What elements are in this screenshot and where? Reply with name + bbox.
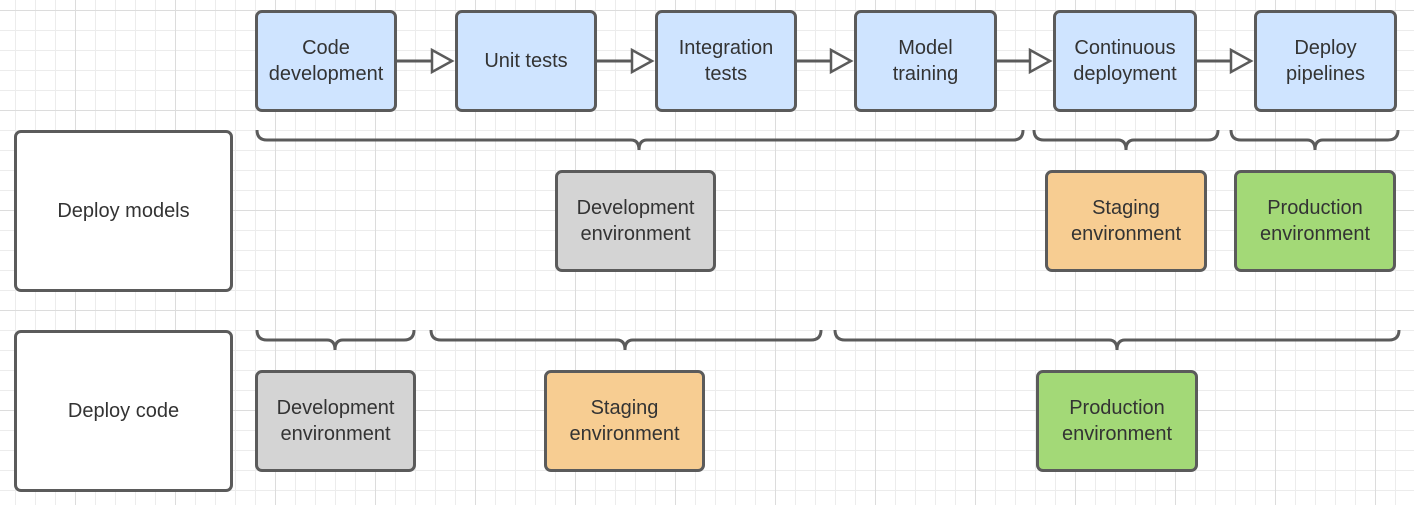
- brace-code-production: [833, 329, 1401, 351]
- arrow-training-to-cd: [996, 47, 1053, 75]
- models-development-environment[interactable]: Development environment: [555, 170, 716, 272]
- brace-models-staging: [1032, 129, 1220, 151]
- stage-code-development[interactable]: Code development: [255, 10, 397, 112]
- arrow-cd-to-pipelines: [1196, 47, 1254, 75]
- models-staging-environment[interactable]: Staging environment: [1045, 170, 1207, 272]
- lane-deploy-models[interactable]: Deploy models: [14, 130, 233, 292]
- code-production-environment[interactable]: Production environment: [1036, 370, 1198, 472]
- brace-models-development: [255, 129, 1025, 151]
- brace-code-development: [255, 329, 416, 351]
- models-production-environment[interactable]: Production environment: [1234, 170, 1396, 272]
- stage-integration-tests[interactable]: Integration tests: [655, 10, 797, 112]
- code-staging-environment[interactable]: Staging environment: [544, 370, 705, 472]
- lane-deploy-code[interactable]: Deploy code: [14, 330, 233, 492]
- brace-models-production: [1229, 129, 1400, 151]
- arrow-code-to-unit: [396, 47, 455, 75]
- stage-continuous-deployment[interactable]: Continuous deployment: [1053, 10, 1197, 112]
- stage-model-training[interactable]: Model training: [854, 10, 997, 112]
- brace-code-staging: [429, 329, 823, 351]
- stage-unit-tests[interactable]: Unit tests: [455, 10, 597, 112]
- code-development-environment[interactable]: Development environment: [255, 370, 416, 472]
- arrow-unit-to-integration: [596, 47, 655, 75]
- stage-deploy-pipelines[interactable]: Deploy pipelines: [1254, 10, 1397, 112]
- arrow-integration-to-training: [796, 47, 854, 75]
